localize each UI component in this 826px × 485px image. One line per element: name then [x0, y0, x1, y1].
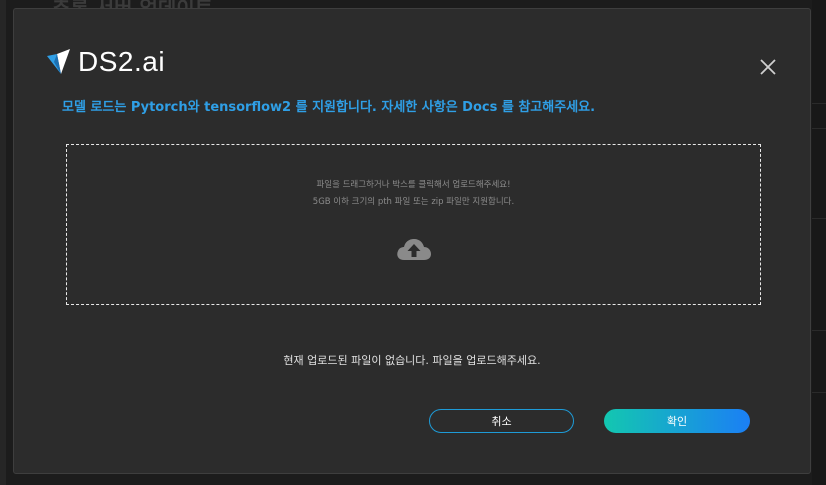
- background-divider: [812, 218, 826, 219]
- background-right-panel: [812, 0, 826, 485]
- ds2-logo-icon: [47, 49, 70, 74]
- close-icon[interactable]: [758, 57, 778, 77]
- background-divider: [812, 128, 826, 129]
- support-notice: 모델 로드는 Pytorch와 tensorflow2 를 지원합니다. 자세한…: [62, 100, 596, 115]
- background-divider: [812, 330, 826, 331]
- upload-status-text: 현재 업로드된 파일이 없습니다. 파일을 업로드해주세요.: [283, 354, 541, 367]
- dropzone-hint-primary: 파일을 드래그하거나 박스를 클릭해서 업로드해주세요!: [316, 180, 511, 190]
- confirm-button[interactable]: 확인: [604, 409, 750, 433]
- background-left-edge: [0, 0, 6, 485]
- dropzone-hint-secondary: 5GB 이하 크기의 pth 파일 또는 zip 파일만 지원합니다.: [312, 197, 515, 207]
- logo: DS2.ai: [46, 47, 165, 77]
- file-dropzone[interactable]: 파일을 드래그하거나 박스를 클릭해서 업로드해주세요! 5GB 이하 크기의 …: [66, 144, 761, 305]
- cancel-button[interactable]: 취소: [429, 409, 574, 433]
- cloud-upload-icon: [397, 239, 431, 260]
- background-divider: [812, 103, 826, 104]
- upload-model-modal: DS2.ai 모델 로드는 Pytorch와 tensorflow2 를 지원합…: [13, 8, 811, 474]
- background-divider: [812, 392, 826, 393]
- logo-text: DS2.ai: [78, 46, 166, 77]
